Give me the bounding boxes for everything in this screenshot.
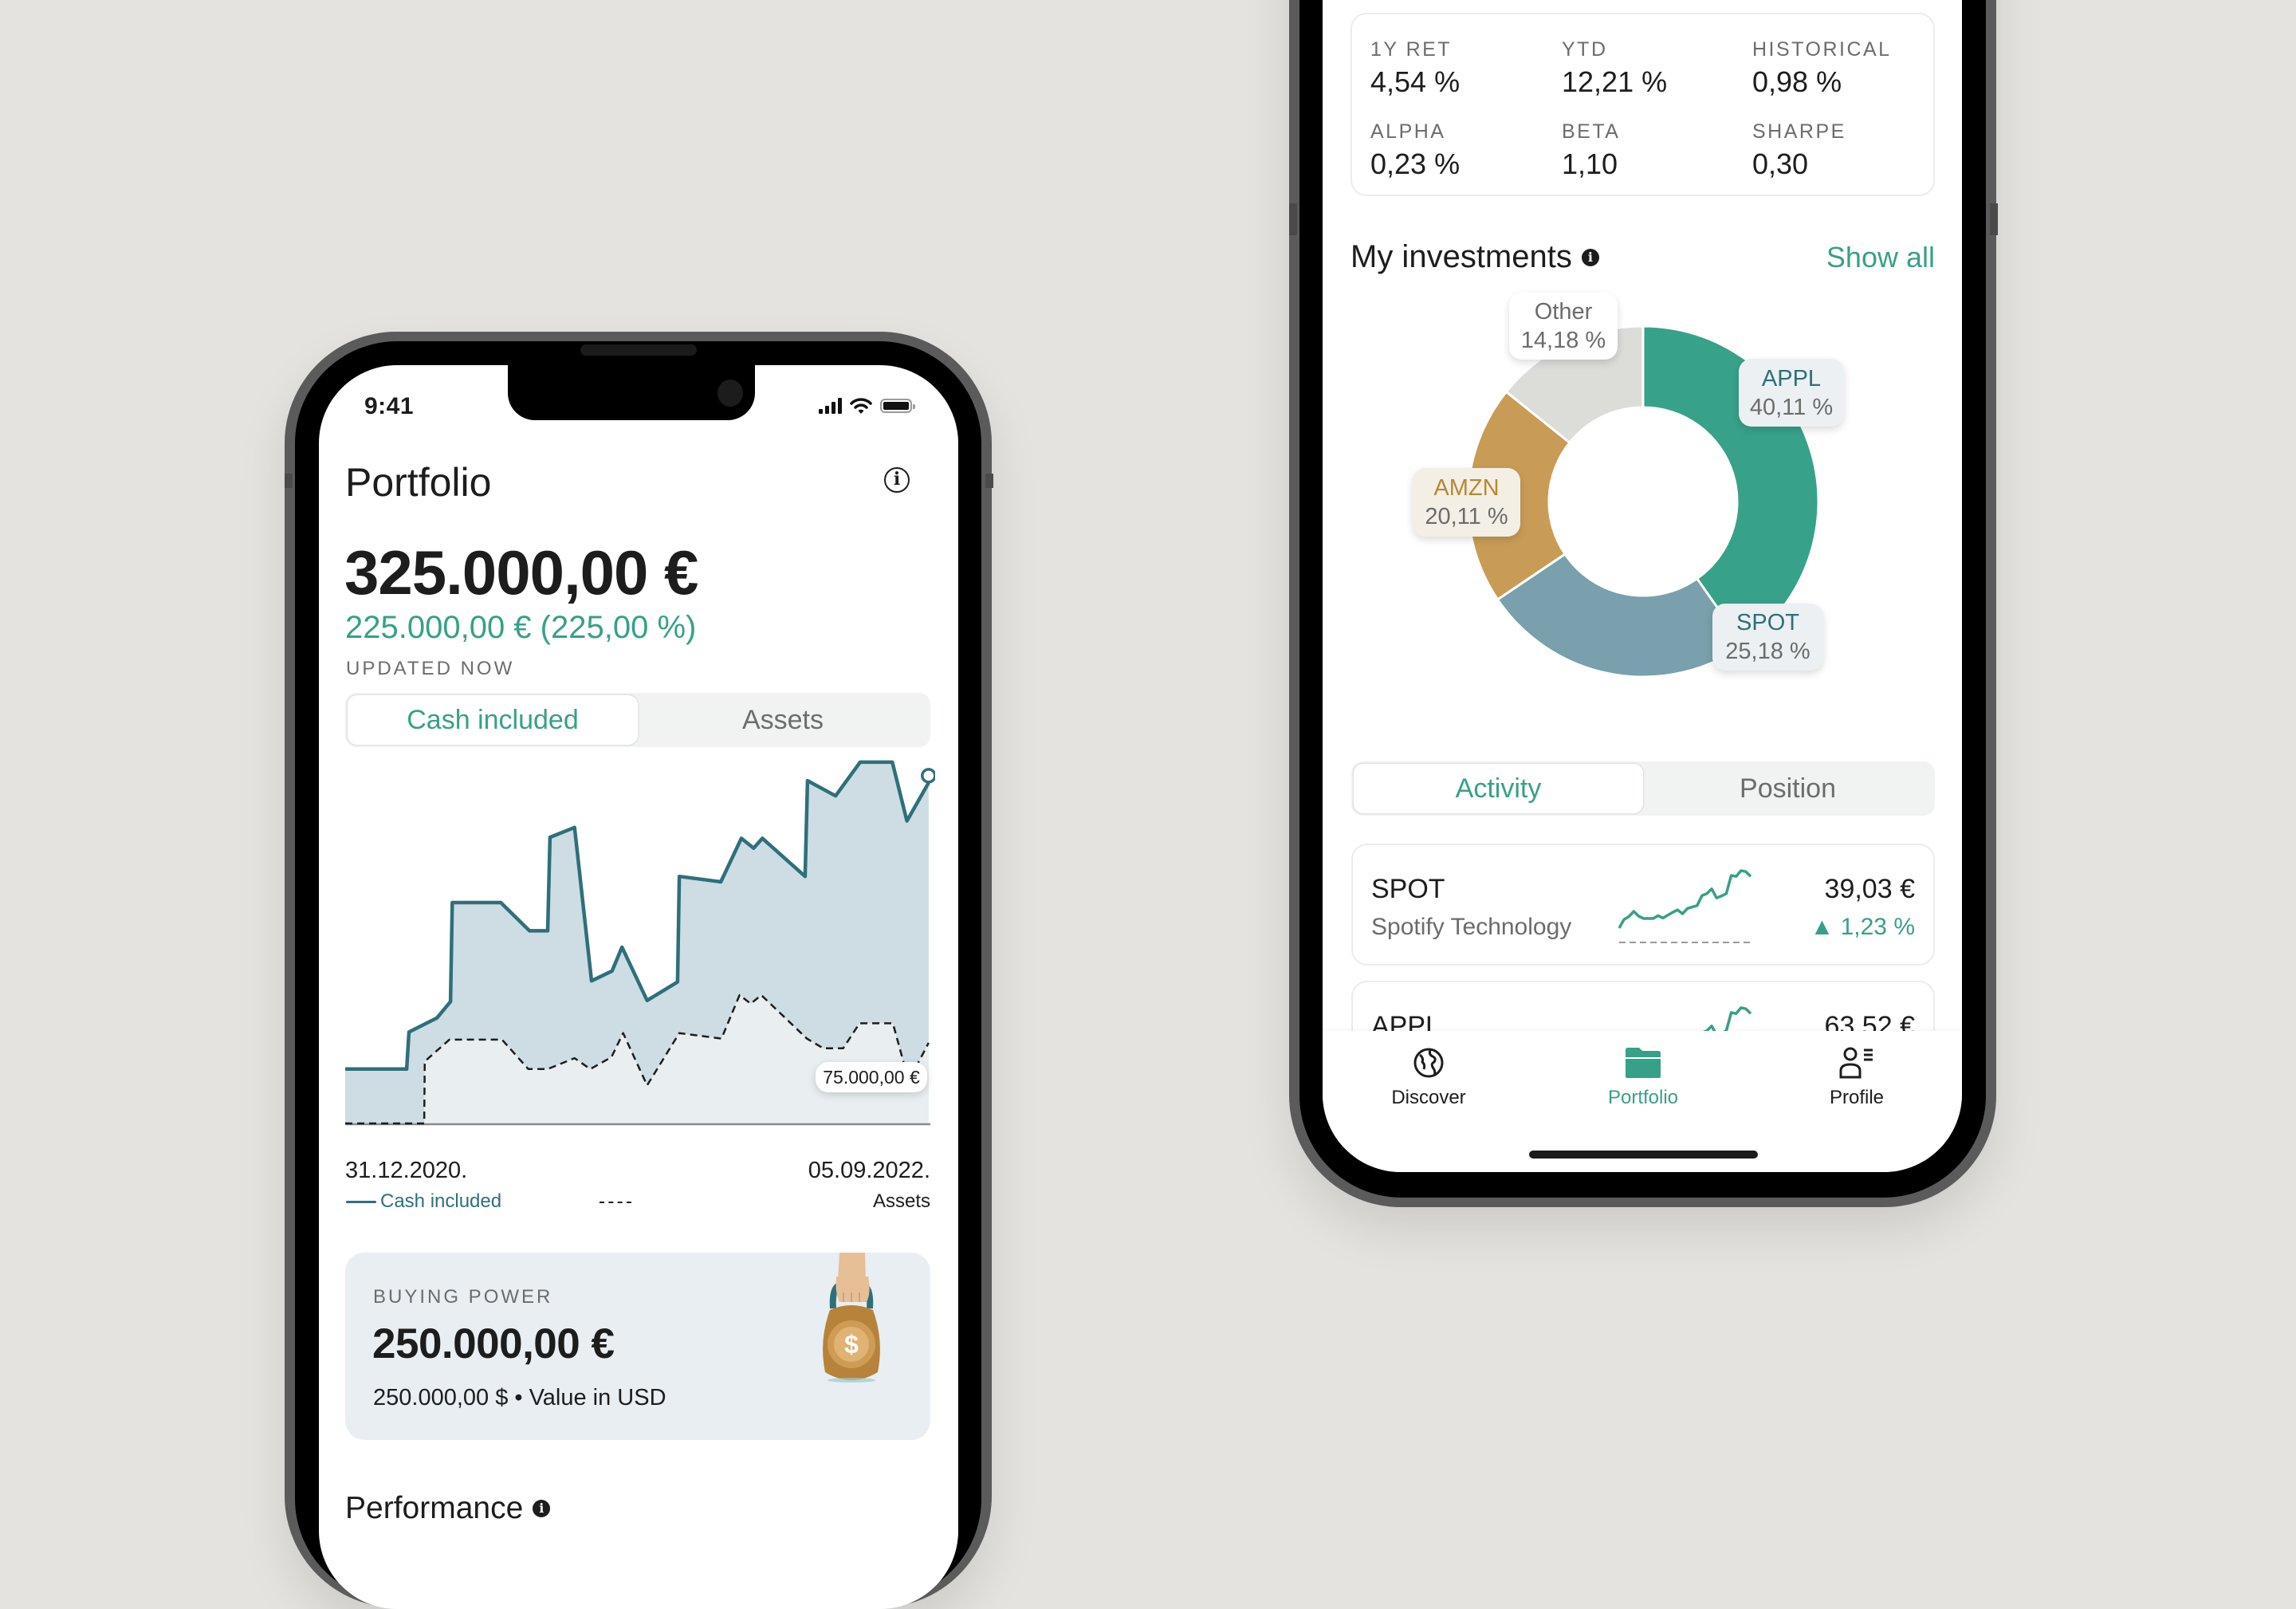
status-time: 9:41 bbox=[364, 393, 415, 419]
stat-value-ytd: 12,21 % bbox=[1562, 65, 1668, 98]
donut-label-appl: APPL 40,11 % bbox=[1739, 359, 1844, 427]
status-icons bbox=[819, 397, 915, 415]
stats-card: 1Y RET 4,54 % YTD 12,21 % HISTORICAL 0,9… bbox=[1350, 13, 1935, 196]
page-title: Portfolio bbox=[345, 460, 492, 505]
info-icon[interactable]: i bbox=[533, 1500, 551, 1517]
side-button bbox=[985, 474, 993, 488]
svg-text:$: $ bbox=[844, 1330, 859, 1359]
profile-icon bbox=[1839, 1047, 1873, 1079]
legend-cash-label: Cash included bbox=[380, 1190, 502, 1212]
activity-ticker: SPOT bbox=[1371, 874, 1445, 904]
donut-label-other: Other 14,18 % bbox=[1509, 293, 1618, 360]
front-camera bbox=[718, 380, 743, 407]
portfolio-gain: 225.000,00 € (225,00 %) bbox=[345, 610, 697, 645]
stat-label-alpha: ALPHA bbox=[1370, 120, 1446, 143]
activity-company-name: Spotify Technology bbox=[1371, 914, 1572, 940]
stat-value-alpha: 0,23 % bbox=[1370, 148, 1461, 180]
nav-profile[interactable]: Profile bbox=[1777, 1047, 1936, 1109]
legend-cash-swatch bbox=[346, 1201, 376, 1203]
stat-label-ytd: YTD bbox=[1562, 38, 1608, 61]
speaker-grille bbox=[580, 344, 697, 356]
donut-label-spot: SPOT 25,18 % bbox=[1712, 604, 1823, 671]
buying-power-sub: 250.000,00 $ • Value in USD bbox=[373, 1385, 666, 1410]
x-axis-end-label: 05.09.2022. bbox=[808, 1158, 930, 1183]
performance-title: Performance bbox=[345, 1491, 524, 1525]
folder-icon bbox=[1626, 1048, 1661, 1078]
side-button bbox=[1289, 203, 1297, 235]
nav-discover[interactable]: Discover bbox=[1349, 1047, 1508, 1109]
activity-price: 39,03 € bbox=[1824, 874, 1915, 904]
stat-value-sharpe: 0,30 bbox=[1752, 148, 1809, 180]
side-button bbox=[285, 474, 293, 488]
legend-assets-label: Assets bbox=[872, 1190, 930, 1212]
buying-power-card[interactable]: BUYING POWER 250.000,00 € 250.000,00 $ •… bbox=[345, 1253, 930, 1440]
activity-item-spot[interactable]: SPOT Spotify Technology 39,03 € ▲ 1,23 % bbox=[1351, 844, 1935, 966]
tab-cash-included[interactable]: Cash included bbox=[348, 695, 638, 745]
notch bbox=[508, 365, 755, 420]
info-icon[interactable]: i bbox=[1581, 248, 1599, 266]
donut-label-amzn: AMZN 20,11 % bbox=[1413, 468, 1520, 537]
money-bag-illustration: $ bbox=[823, 1253, 880, 1383]
signal-icon bbox=[819, 398, 842, 414]
left-phone-screen: 9:41 Portfolio i 325.000,00 € 225.000,00… bbox=[319, 365, 958, 1609]
buying-power-value: 250.000,00 € bbox=[372, 1320, 615, 1367]
tab-position[interactable]: Position bbox=[1643, 764, 1932, 813]
stat-label-historical: HISTORICAL bbox=[1752, 38, 1892, 61]
cash-end-marker bbox=[921, 768, 935, 784]
wifi-icon bbox=[850, 398, 872, 414]
show-all-link[interactable]: Show all bbox=[1826, 241, 1935, 274]
buying-power-label: BUYING POWER bbox=[373, 1286, 553, 1308]
activity-position-toggle: Activity Position bbox=[1351, 761, 1935, 816]
stat-label-sharpe: SHARPE bbox=[1752, 120, 1846, 143]
activity-change: ▲ 1,23 % bbox=[1810, 914, 1915, 940]
investments-title: My investments bbox=[1350, 239, 1572, 274]
side-button bbox=[1990, 203, 1998, 235]
stat-value-beta: 1,10 bbox=[1562, 148, 1618, 180]
nav-label: Portfolio bbox=[1607, 1087, 1679, 1108]
spot-sparkline bbox=[1618, 869, 1752, 943]
nav-label: Profile bbox=[1829, 1087, 1885, 1108]
stat-label-beta: BETA bbox=[1562, 120, 1621, 143]
portfolio-total: 325.000,00 € bbox=[344, 537, 698, 608]
chart-tooltip: 75.000,00 € bbox=[816, 1062, 927, 1092]
investments-section-title: My investments i bbox=[1350, 239, 1599, 275]
tab-assets[interactable]: Assets bbox=[638, 695, 928, 745]
globe-icon bbox=[1413, 1048, 1444, 1078]
legend-assets-swatch bbox=[600, 1202, 631, 1203]
stat-value-1y-ret: 4,54 % bbox=[1370, 65, 1461, 98]
tab-activity[interactable]: Activity bbox=[1354, 764, 1643, 813]
info-icon[interactable]: i bbox=[884, 467, 910, 493]
sparkline-path bbox=[1618, 869, 1752, 929]
performance-section-title: Performance i bbox=[345, 1491, 551, 1526]
updated-label: UPDATED NOW bbox=[346, 658, 515, 679]
stat-value-historical: 0,98 % bbox=[1752, 65, 1842, 98]
stat-label-1y-ret: 1Y RET bbox=[1370, 38, 1453, 61]
nav-portfolio[interactable]: Portfolio bbox=[1563, 1047, 1723, 1109]
x-axis-start-label: 31.12.2020. bbox=[345, 1158, 468, 1183]
home-indicator[interactable] bbox=[1529, 1151, 1758, 1159]
battery-icon bbox=[880, 399, 915, 413]
nav-label: Discover bbox=[1391, 1087, 1466, 1108]
right-phone-screen: 1Y RET 4,54 % YTD 12,21 % HISTORICAL 0,9… bbox=[1323, 0, 1962, 1172]
chart-mode-toggle: Cash included Assets bbox=[345, 693, 930, 747]
